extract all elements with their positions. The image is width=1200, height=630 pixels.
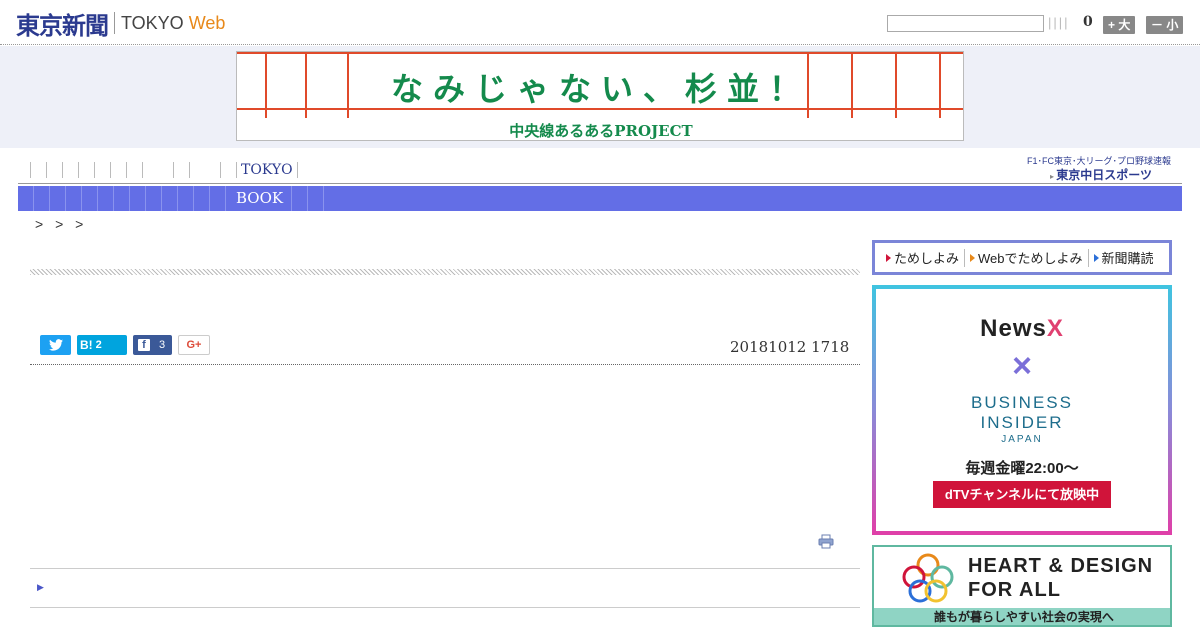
nav-separator (296, 162, 298, 178)
related-divider-top (30, 568, 860, 569)
heart-design-ad[interactable]: HEART & DESIGN FOR ALL 誰もが暮らしやすい社会の実現へ (872, 545, 1172, 627)
business-insider-line3: JAPAN (1001, 434, 1043, 445)
hatena-bookmark-button[interactable]: B! 2 (77, 335, 127, 355)
newsx-logo-text: News (980, 315, 1047, 342)
nav-separator (30, 162, 31, 178)
newsx-ad-body: NewsX × BUSINESS INSIDER JAPAN 毎週金曜22:00… (876, 289, 1168, 531)
subnav-item-blank[interactable] (66, 186, 82, 211)
nav-separator (173, 162, 174, 178)
subscribe-label: 新聞購読 (1101, 251, 1154, 266)
subnav-item-blank[interactable] (114, 186, 130, 211)
subnav-item-blank[interactable] (308, 186, 325, 211)
hatena-count: 2 (95, 339, 102, 351)
chunichi-sports-logo[interactable]: ▸ 東京中日スポーツ (1050, 166, 1152, 183)
subnav-item-blank[interactable] (178, 186, 194, 211)
subnav-item-book[interactable]: BOOK (226, 186, 293, 211)
subnav-item-blank[interactable] (162, 186, 178, 211)
nav-separator (78, 162, 79, 178)
subscribe-link[interactable]: 新聞購読 (1089, 249, 1159, 267)
site-header: 東京新聞 TOKYO Web |||| 0 + 大 － 小 (0, 0, 1200, 45)
subnav-item-blank[interactable] (34, 186, 50, 211)
banner-title: なみじゃない、杉並！ (390, 70, 811, 108)
newsx-ad[interactable]: NewsX × BUSINESS INSIDER JAPAN 毎週金曜22:00… (872, 285, 1172, 535)
flower-logo-icon (902, 553, 954, 603)
logo-web: Web (188, 12, 226, 33)
subnav-item-blank[interactable] (50, 186, 66, 211)
business-insider-line2: INSIDER (980, 413, 1064, 432)
nav-separator (220, 162, 221, 178)
subnav-item-blank[interactable] (98, 186, 114, 211)
subcategory-nav: BOOK (18, 186, 1182, 211)
chunichi-sports-label: 東京中日スポーツ (1056, 168, 1153, 182)
subnav-item-blank[interactable] (194, 186, 210, 211)
business-insider-line1: BUSINESS (971, 393, 1073, 412)
logo-japanese: 東京新聞 (16, 10, 109, 40)
subscription-menu: ためしよみ Webでためしよみ 新聞購読 (872, 240, 1172, 275)
header-count: 0 (1083, 14, 1093, 30)
search-input[interactable] (887, 15, 1044, 32)
triangle-right-icon (1093, 253, 1099, 262)
nav-separator (189, 162, 190, 178)
dtv-channel-badge: dTVチャンネルにて放映中 (933, 481, 1111, 508)
trial-read-link[interactable]: ためしよみ (881, 248, 966, 267)
twitter-bird-icon (48, 339, 63, 351)
nav-separator (62, 162, 63, 178)
nav-separator (142, 162, 143, 178)
hatena-b-icon: B! (80, 338, 93, 352)
googleplus-share-button[interactable]: G+ (178, 335, 210, 355)
heart-design-tagline: 誰もが暮らしやすい社会の実現へ (874, 608, 1170, 625)
font-size-up-button[interactable]: + 大 (1103, 16, 1136, 34)
nav-separator (110, 162, 111, 178)
nav-separator (46, 162, 47, 178)
banner-subtitle: 中央線あるあるPROJECT (509, 122, 693, 140)
logo-divider (114, 12, 115, 34)
nav-divider (18, 183, 1182, 184)
site-logo[interactable]: 東京新聞 TOKYO Web (16, 8, 226, 40)
subnav-item-blank[interactable] (82, 186, 98, 211)
newsx-logo-x: X (1046, 315, 1064, 342)
nav-item-tokyo[interactable]: TOKYO (237, 162, 297, 178)
trial-read-label: ためしよみ (894, 251, 960, 266)
category-nav: TOKYO (30, 160, 298, 180)
header-separators: |||| (1048, 15, 1070, 30)
web-trial-read-label: Webでためしよみ (978, 251, 1083, 266)
banner-ad[interactable]: なみじゃない、杉並！ 中央線あるあるPROJECT (236, 51, 964, 141)
facebook-f-icon: f (138, 339, 150, 351)
article-date: 20181012 1718 (730, 338, 850, 356)
subnav-item-blank[interactable] (210, 186, 226, 211)
print-icon[interactable] (818, 534, 834, 549)
chevron-right-icon[interactable]: ▶ (37, 582, 44, 593)
heart-design-line2: FOR ALL (968, 579, 1061, 601)
nav-separator (94, 162, 95, 178)
subnav-item-blank[interactable] (130, 186, 146, 211)
facebook-count: 3 (159, 339, 166, 351)
article-header-divider (30, 364, 860, 365)
heart-design-line1: HEART & DESIGN (968, 555, 1154, 577)
cross-icon: × (1012, 347, 1032, 385)
font-size-down-button[interactable]: － 小 (1146, 16, 1184, 34)
title-underline-hatch (30, 269, 860, 275)
newsx-logo: NewsX (876, 315, 1168, 343)
triangle-right-icon (970, 253, 976, 262)
triangle-right-icon (886, 253, 891, 262)
subnav-item-blank[interactable] (292, 186, 309, 211)
related-divider-bottom (30, 607, 860, 608)
breadcrumb[interactable]: > > > (35, 216, 87, 232)
twitter-share-button[interactable] (40, 335, 71, 355)
logo-tokyo: TOKYO (121, 12, 184, 33)
nav-separator (126, 162, 127, 178)
subnav-item-blank[interactable] (18, 186, 34, 211)
subnav-item-blank[interactable] (146, 186, 162, 211)
ad-schedule: 毎週金曜22:00〜 (965, 460, 1079, 477)
web-trial-read-link[interactable]: Webでためしよみ (965, 248, 1089, 267)
facebook-share-button[interactable]: f 3 (133, 335, 172, 355)
